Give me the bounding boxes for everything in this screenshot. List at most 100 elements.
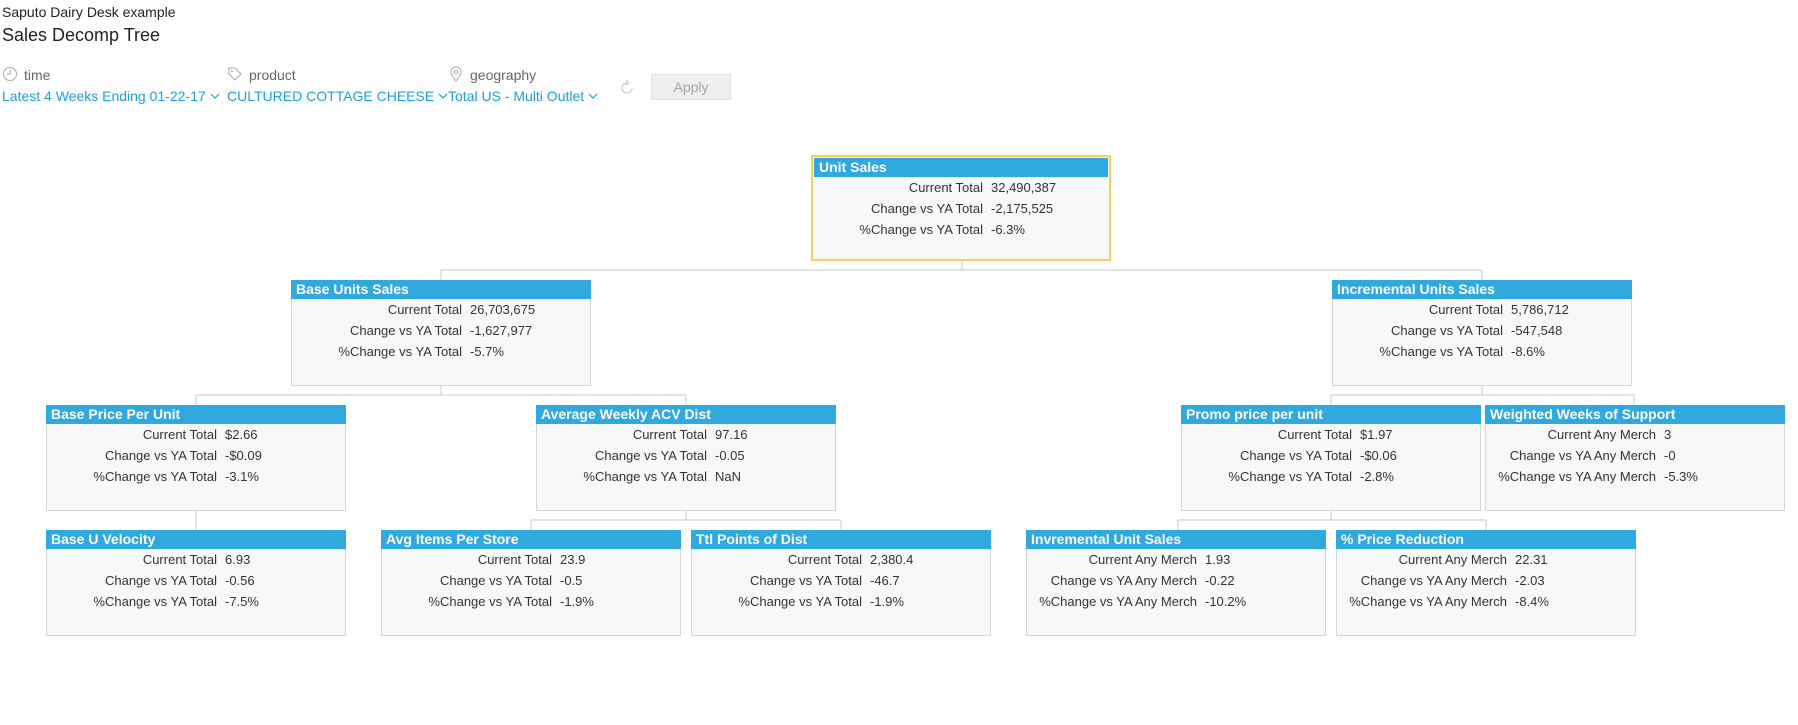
node-row-value: -0.05 <box>715 448 745 463</box>
node-title: Base Price Per Unit <box>46 405 346 424</box>
node-row-value: -5.3% <box>1664 469 1698 484</box>
node-row-label: Current Total <box>1428 302 1503 317</box>
node-row-value: -3.1% <box>225 469 259 484</box>
node-row-label: %Change vs YA Total <box>338 344 462 359</box>
node-row-value: NaN <box>715 469 742 484</box>
node-row-label: Current Any Merch <box>1547 427 1656 442</box>
node-row-value: -46.7 <box>870 573 900 588</box>
tree-node-weighted-weeks-of-support[interactable]: Weighted Weeks of Support Current Any Me… <box>1485 405 1785 511</box>
node-row-label: Current Total <box>387 302 462 317</box>
node-row-value: 23.9 <box>560 552 586 567</box>
node-row-value: -6.3% <box>991 222 1025 237</box>
node-row-value: 22.31 <box>1515 552 1548 567</box>
node-row-value: -2.03 <box>1515 573 1545 588</box>
tree-node-base-units-sales[interactable]: Base Units Sales Current Total 26,703,675… <box>291 280 591 386</box>
product-filter-dropdown[interactable]: CULTURED COTTAGE CHEESE <box>227 88 448 104</box>
product-filter-label: product <box>249 67 296 83</box>
tree-node-ttl-points-of-dist[interactable]: Ttl Points of Dist Current Total 2,380.4 … <box>691 530 991 636</box>
chevron-down-icon <box>588 93 598 99</box>
node-row-label: Change vs YA Total <box>870 201 983 216</box>
map-pin-icon <box>448 66 464 85</box>
node-row-label: Current Total <box>632 427 707 442</box>
node-row-label: Current Total <box>787 552 862 567</box>
node-row-value: -1,627,977 <box>470 323 533 338</box>
connector-root <box>440 262 1483 280</box>
node-row-value: $2.66 <box>225 427 258 442</box>
node-row-value: -7.5% <box>225 594 259 609</box>
apply-button[interactable]: Apply <box>651 74 731 100</box>
node-row-value: -1.9% <box>560 594 594 609</box>
tree-node-avg-items-per-store[interactable]: Avg Items Per Store Current Total 23.9 Ch… <box>381 530 681 636</box>
tree-node-base-u-velocity[interactable]: Base U Velocity Current Total 6.93 Change… <box>46 530 346 636</box>
node-row-value: -10.2% <box>1205 594 1247 609</box>
node-row-value: 1.93 <box>1205 552 1231 567</box>
node-title: Weighted Weeks of Support <box>1485 405 1785 424</box>
node-title: Invremental Unit Sales <box>1026 530 1326 549</box>
clock-icon <box>2 66 18 85</box>
node-title: Avg Items Per Store <box>381 530 681 549</box>
node-row-value: 26,703,675 <box>470 302 536 317</box>
connector-incremental-units <box>1330 386 1635 405</box>
node-row-label: Change vs YA Total <box>439 573 552 588</box>
node-title: Incremental Units Sales <box>1332 280 1632 299</box>
node-row-label: Change vs YA Total <box>1390 323 1503 338</box>
geography-filter[interactable]: geography Total US - Multi Outlet <box>448 66 598 104</box>
time-filter-dropdown[interactable]: Latest 4 Weeks Ending 01-22-17 <box>2 88 220 104</box>
node-title: Base Units Sales <box>291 280 591 299</box>
connector-base-units <box>195 386 687 405</box>
node-row-label: %Change vs YA Total <box>859 222 983 237</box>
node-title: Unit Sales <box>814 158 1108 177</box>
node-row-label: Current Any Merch <box>1398 552 1507 567</box>
node-row-label: Change vs YA Total <box>349 323 462 338</box>
node-row-label: Current Total <box>477 552 552 567</box>
time-filter-label: time <box>24 67 51 83</box>
time-filter[interactable]: time Latest 4 Weeks Ending 01-22-17 <box>2 66 220 104</box>
geography-filter-label: geography <box>470 67 537 83</box>
node-row-value: -8.4% <box>1515 594 1549 609</box>
tag-icon <box>227 66 243 85</box>
geography-filter-value: Total US - Multi Outlet <box>448 88 585 104</box>
node-row-value: 97.16 <box>715 427 748 442</box>
node-row-label: Change vs YA Any Merch <box>1360 573 1507 588</box>
page-title: Sales Decomp Tree <box>2 25 161 45</box>
node-row-label: Change vs YA Any Merch <box>1050 573 1197 588</box>
node-row-label: Change vs YA Total <box>104 573 217 588</box>
product-filter[interactable]: product CULTURED COTTAGE CHEESE <box>227 66 448 104</box>
node-row-label: Change vs YA Total <box>1239 448 1352 463</box>
node-row-label: Change vs YA Total <box>104 448 217 463</box>
node-row-value: -2,175,525 <box>991 201 1054 216</box>
node-row-label: Change vs YA Total <box>594 448 707 463</box>
reset-icon[interactable] <box>617 78 637 98</box>
node-row-value: -2.8% <box>1360 469 1394 484</box>
node-row-label: Current Total <box>142 552 217 567</box>
node-row-label: Current Any Merch <box>1088 552 1197 567</box>
node-row-value: -8.6% <box>1511 344 1545 359</box>
node-row-value: 32,490,387 <box>991 180 1057 195</box>
node-row-value: -0 <box>1664 448 1676 463</box>
tree-node-invremental-unit-sales[interactable]: Invremental Unit Sales Current Any Merch… <box>1026 530 1326 636</box>
chevron-down-icon <box>438 93 448 99</box>
node-row-label: Current Total <box>142 427 217 442</box>
tree-node-pct-price-reduction[interactable]: % Price Reduction Current Any Merch 22.31… <box>1336 530 1636 636</box>
node-title: Promo price per unit <box>1181 405 1481 424</box>
node-row-label: %Change vs YA Total <box>1379 344 1503 359</box>
node-row-value: -0.5 <box>560 573 583 588</box>
tree-node-average-weekly-acv-dist[interactable]: Average Weekly ACV Dist Current Total 97.… <box>536 405 836 511</box>
tree-node-incremental-units-sales[interactable]: Incremental Units Sales Current Total 5,7… <box>1332 280 1632 386</box>
tree-node-unit-sales[interactable]: Unit Sales Current Total 32,490,387 Chang… <box>811 155 1111 261</box>
node-row-label: %Change vs YA Any Merch <box>1498 469 1656 484</box>
chevron-down-icon <box>210 93 220 99</box>
node-title: Average Weekly ACV Dist <box>536 405 836 424</box>
connector-acv-dist <box>530 511 842 530</box>
geography-filter-dropdown[interactable]: Total US - Multi Outlet <box>448 88 598 104</box>
tree-node-promo-price-per-unit[interactable]: Promo price per unit Current Total $1.97 … <box>1181 405 1481 511</box>
node-row-value: 6.93 <box>225 552 251 567</box>
node-row-label: Current Total <box>908 180 983 195</box>
tree-node-base-price-per-unit[interactable]: Base Price Per Unit Current Total $2.66 C… <box>46 405 346 511</box>
product-filter-value: CULTURED COTTAGE CHEESE <box>227 88 435 104</box>
node-row-value: 2,380.4 <box>870 552 914 567</box>
connector-promo-price <box>1177 511 1487 530</box>
node-row-value: -5.7% <box>470 344 504 359</box>
node-row-label: %Change vs YA Total <box>738 594 862 609</box>
node-row-label: %Change vs YA Any Merch <box>1039 594 1197 609</box>
